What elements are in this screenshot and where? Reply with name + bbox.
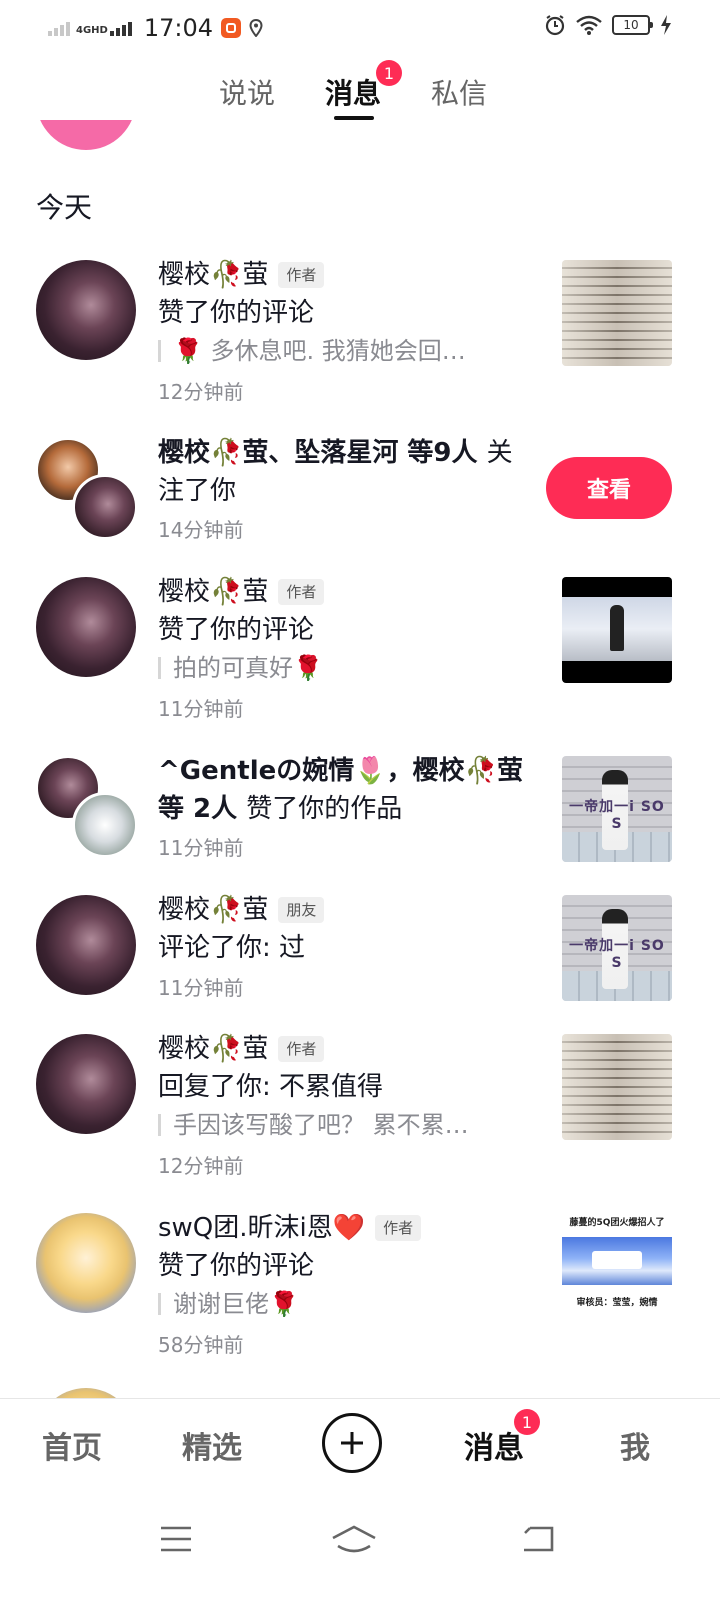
video-thumbnail[interactable] — [562, 577, 672, 683]
timestamp: 11分钟前 — [158, 836, 244, 860]
avatar[interactable] — [36, 1034, 136, 1134]
friend-tag: 朋友 — [278, 897, 325, 923]
nav-messages-badge: 1 — [514, 1409, 540, 1435]
author-tag: 作者 — [278, 579, 325, 605]
timestamp: 11分钟前 — [158, 697, 244, 721]
timestamp: 58分钟前 — [158, 1333, 244, 1357]
back-icon[interactable] — [520, 1524, 556, 1554]
timestamp: 12分钟前 — [158, 380, 244, 404]
action-text: 赞了你的评论 — [158, 298, 315, 328]
signal-sim2-icon — [109, 20, 132, 36]
battery-level: 10 — [623, 18, 639, 32]
wifi-icon — [576, 15, 602, 35]
timestamp: 12分钟前 — [158, 1154, 244, 1178]
follower-names[interactable]: 樱校🥀萤、坠落星河 等9人 — [158, 438, 478, 468]
avatar[interactable] — [36, 1388, 136, 1398]
avatar[interactable] — [36, 1213, 136, 1313]
quoted-comment: 手因该写酸了吧？ 累不累… — [158, 1108, 469, 1142]
nav-home[interactable]: 首页 — [42, 1423, 102, 1467]
status-time: 17:04 — [143, 14, 214, 42]
author-tag: 作者 — [278, 262, 325, 288]
tab-messages[interactable]: 消息 — [325, 72, 381, 112]
avatar — [72, 792, 138, 858]
avatar[interactable] — [36, 260, 136, 360]
video-thumbnail[interactable]: 一帝加一i SO S — [562, 756, 672, 862]
menu-icon[interactable] — [158, 1524, 194, 1554]
author-tag: 作者 — [278, 1036, 325, 1062]
network-type-label: 4GHD — [76, 25, 108, 36]
video-thumbnail[interactable] — [562, 1034, 672, 1140]
view-button[interactable]: 查看 — [546, 457, 672, 519]
avatar[interactable] — [36, 120, 136, 150]
battery-icon: 10 — [612, 15, 653, 35]
thumbnail-title: 藤蔓的5Q团火爆招人了 — [569, 1218, 665, 1228]
user-name[interactable]: 樱校🥀萤 — [158, 1031, 268, 1067]
nav-messages[interactable]: 消息 — [464, 1423, 524, 1467]
bottom-nav: 首页 精选 消息 1 我 — [0, 1398, 720, 1488]
alarm-icon — [545, 15, 565, 36]
user-name[interactable]: 樱校🥀萤 — [158, 892, 268, 928]
plus-icon — [341, 1432, 363, 1454]
nav-featured[interactable]: 精选 — [182, 1423, 242, 1467]
video-thumbnail[interactable]: 一帝加一i SO S — [562, 895, 672, 1001]
video-thumbnail[interactable] — [562, 260, 672, 366]
action-text: 赞了你的作品 — [246, 794, 403, 824]
timestamp: 14分钟前 — [158, 518, 244, 542]
quoted-comment: 谢谢巨佬🌹 — [158, 1287, 299, 1321]
create-button[interactable] — [322, 1413, 382, 1473]
system-nav-bar — [0, 1488, 720, 1600]
signal-sim1-icon — [48, 20, 70, 36]
section-title-today: 今天 — [36, 191, 93, 224]
video-thumbnail[interactable]: 藤蔓的5Q团火爆招人了 审核员：莹莹，婉情 — [562, 1213, 672, 1319]
thumbnail-caption: 一帝加一i SO S — [569, 938, 665, 971]
status-bar: 4GHD 17:04 10 — [0, 0, 720, 56]
tab-shuoshuo[interactable]: 说说 — [219, 72, 275, 112]
home-icon[interactable] — [330, 1524, 378, 1556]
action-text: 赞了你的评论 — [158, 615, 315, 645]
user-name[interactable]: swQ团.昕沫i恩❤️ — [158, 1210, 365, 1246]
kuaishou-app-icon — [221, 18, 242, 38]
quoted-comment: 🌹 多休息吧. 我猜她会回… — [158, 334, 466, 368]
thumbnail-caption: 一帝加一i SO S — [569, 799, 665, 832]
avatar[interactable] — [36, 895, 136, 995]
user-name[interactable]: 樱校🥀萤 — [158, 574, 268, 610]
charging-icon — [661, 15, 671, 35]
thumbnail-footer: 审核员：莹莹，婉情 — [576, 1298, 658, 1308]
avatar — [72, 474, 138, 540]
tab-private-messages[interactable]: 私信 — [431, 72, 487, 112]
nav-me[interactable]: 我 — [620, 1423, 650, 1467]
notification-list[interactable]: 今天 樱校🥀萤 作者 赞了你的评论 🌹 多休息吧. 我猜她会回… 12分钟前 樱… — [0, 120, 720, 1398]
location-icon — [249, 19, 263, 37]
action-text: 赞了你的评论 — [158, 1251, 315, 1281]
action-text: 评论了你: 过 — [158, 933, 306, 963]
tab-messages-badge: 1 — [376, 60, 402, 86]
avatar[interactable] — [36, 577, 136, 677]
action-text: 回复了你: 不累值得 — [158, 1072, 384, 1102]
author-tag: 作者 — [375, 1215, 422, 1241]
timestamp: 11分钟前 — [158, 976, 244, 1000]
avatar-group[interactable] — [36, 438, 140, 542]
top-tabs: 说说 消息 1 私信 — [0, 60, 720, 124]
user-name[interactable]: 樱校🥀萤 — [158, 257, 268, 293]
avatar-group[interactable] — [36, 756, 140, 860]
quoted-comment: 拍的可真好🌹 — [158, 651, 323, 685]
